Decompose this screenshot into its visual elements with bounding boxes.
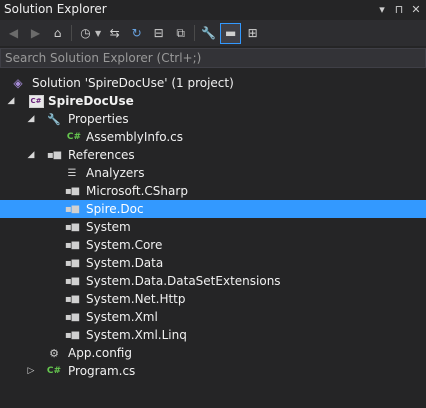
- references-label: References: [68, 148, 135, 162]
- wrench-icon: 🔧: [201, 26, 217, 40]
- tree-item-reference[interactable]: ▪■ System.Core: [0, 236, 426, 254]
- expanded-arrow-icon[interactable]: ◢: [26, 110, 36, 128]
- tree-item-reference[interactable]: ▪■ Microsoft.CSharp: [0, 182, 426, 200]
- reference-label: System: [86, 220, 131, 234]
- show-all-files-button[interactable]: ⧉: [171, 24, 190, 43]
- assemblyinfo-label: AssemblyInfo.cs: [86, 130, 184, 144]
- toolbar: ◀ ▶ ⌂ ◷ ▼ ⇆ ↻ ⊟ ⧉ 🔧 ▬ ⊞: [0, 20, 426, 46]
- title-bar: Solution Explorer ▾ ⊓ ✕: [0, 0, 426, 19]
- appconfig-label: App.config: [68, 346, 132, 360]
- toolbar-separator: [71, 25, 72, 41]
- program-label: Program.cs: [68, 364, 136, 378]
- tree-item-assemblyinfo[interactable]: C# AssemblyInfo.cs: [0, 128, 426, 146]
- tree-item-reference[interactable]: ▪■ System.Net.Http: [0, 290, 426, 308]
- sync-button[interactable]: ⇆: [105, 24, 124, 43]
- sync-icon: ⇆: [109, 26, 120, 40]
- solution-icon: ◈: [13, 76, 23, 90]
- collapse-all-button[interactable]: ⊟: [149, 24, 168, 43]
- close-icon[interactable]: ✕: [410, 2, 422, 17]
- reference-icon: ▪■: [64, 203, 80, 215]
- chevron-down-icon[interactable]: ▼: [95, 29, 101, 38]
- forward-icon: ▶: [30, 26, 41, 40]
- properties-button[interactable]: 🔧: [199, 24, 218, 43]
- expanded-arrow-icon[interactable]: ◢: [6, 92, 16, 110]
- home-button[interactable]: ⌂: [48, 24, 67, 43]
- reference-icon: ▪■: [64, 221, 80, 233]
- reference-label: Analyzers: [86, 166, 145, 180]
- pending-changes-icon: ◷: [80, 26, 91, 40]
- tree-item-analyzers[interactable]: ☰ Analyzers: [0, 164, 426, 182]
- csharp-project-icon: C#: [28, 92, 44, 110]
- reference-icon: ▪■: [64, 185, 80, 197]
- properties-label: Properties: [68, 112, 129, 126]
- expanded-arrow-icon[interactable]: ◢: [26, 146, 36, 164]
- title-actions: ▾ ⊓ ✕: [376, 2, 422, 17]
- reference-label: System.Xml: [86, 310, 158, 324]
- refresh-icon: ↻: [131, 26, 142, 40]
- pending-changes-button[interactable]: ◷: [76, 24, 95, 43]
- tree-item-reference[interactable]: ▪■ System.Xml: [0, 308, 426, 326]
- pin-icon[interactable]: ⊓: [393, 2, 405, 17]
- csharp-file-icon: C#: [46, 366, 62, 376]
- tree-item-reference-selected[interactable]: ▪■ Spire.Doc: [0, 200, 426, 218]
- back-icon: ◀: [8, 26, 19, 40]
- reference-label: System.Net.Http: [86, 292, 186, 306]
- tree-item-reference[interactable]: ▪■ System.Data.DataSetExtensions: [0, 272, 426, 290]
- reference-icon: ▪■: [64, 275, 80, 287]
- tree-item-appconfig[interactable]: ⚙ App.config: [0, 344, 426, 362]
- reference-label: System.Core: [86, 238, 163, 252]
- search-box: [0, 48, 426, 68]
- reference-label: Spire.Doc: [86, 202, 144, 216]
- solution-label: Solution 'SpireDocUse' (1 project): [32, 76, 234, 90]
- class-view-button[interactable]: ⊞: [243, 24, 262, 43]
- analyzer-icon: ☰: [67, 167, 77, 179]
- reference-icon: ▪■: [64, 329, 80, 341]
- reference-icon: ▪■: [64, 293, 80, 305]
- reference-label: System.Data: [86, 256, 164, 270]
- project-label: SpireDocUse: [48, 94, 134, 108]
- reference-icon: ▪■: [64, 257, 80, 269]
- refresh-button[interactable]: ↻: [127, 24, 146, 43]
- toolbar-separator: [194, 25, 196, 41]
- tree-item-reference[interactable]: ▪■ System.Data: [0, 254, 426, 272]
- reference-icon: ▪■: [64, 311, 80, 323]
- reference-label: System.Data.DataSetExtensions: [86, 274, 281, 288]
- home-icon: ⌂: [53, 26, 62, 40]
- show-all-files-icon: ⧉: [176, 25, 185, 40]
- tree-item-reference[interactable]: ▪■ System: [0, 218, 426, 236]
- tree-item-solution[interactable]: ◈ Solution 'SpireDocUse' (1 project): [0, 74, 426, 92]
- collapsed-arrow-icon[interactable]: ▷: [26, 362, 36, 380]
- back-button[interactable]: ◀: [4, 24, 23, 43]
- preview-icon: ▬: [224, 26, 237, 40]
- tree-item-project[interactable]: ◢ C# SpireDocUse: [0, 92, 426, 110]
- tree-item-program[interactable]: ▷ C# Program.cs: [0, 362, 426, 380]
- tree-item-reference[interactable]: ▪■ System.Xml.Linq: [0, 326, 426, 344]
- reference-icon: ▪■: [46, 149, 62, 161]
- panel-menu-dropdown[interactable]: ▾: [376, 2, 388, 17]
- wrench-icon: 🔧: [47, 112, 61, 126]
- preview-selected-button[interactable]: ▬: [220, 22, 242, 44]
- reference-label: Microsoft.CSharp: [86, 184, 188, 198]
- reference-icon: ▪■: [64, 239, 80, 251]
- tree-item-references[interactable]: ◢ ▪■ References: [0, 146, 426, 164]
- collapse-all-icon: ⊟: [153, 26, 164, 40]
- tree-item-properties[interactable]: ◢ 🔧 Properties: [0, 110, 426, 128]
- config-file-icon: ⚙: [49, 346, 59, 360]
- reference-label: System.Xml.Linq: [86, 328, 187, 342]
- forward-button[interactable]: ▶: [26, 24, 45, 43]
- panel-title: Solution Explorer: [4, 2, 107, 16]
- class-view-icon: ⊞: [247, 26, 258, 40]
- search-input[interactable]: [5, 51, 405, 65]
- csharp-file-icon: C#: [66, 132, 82, 142]
